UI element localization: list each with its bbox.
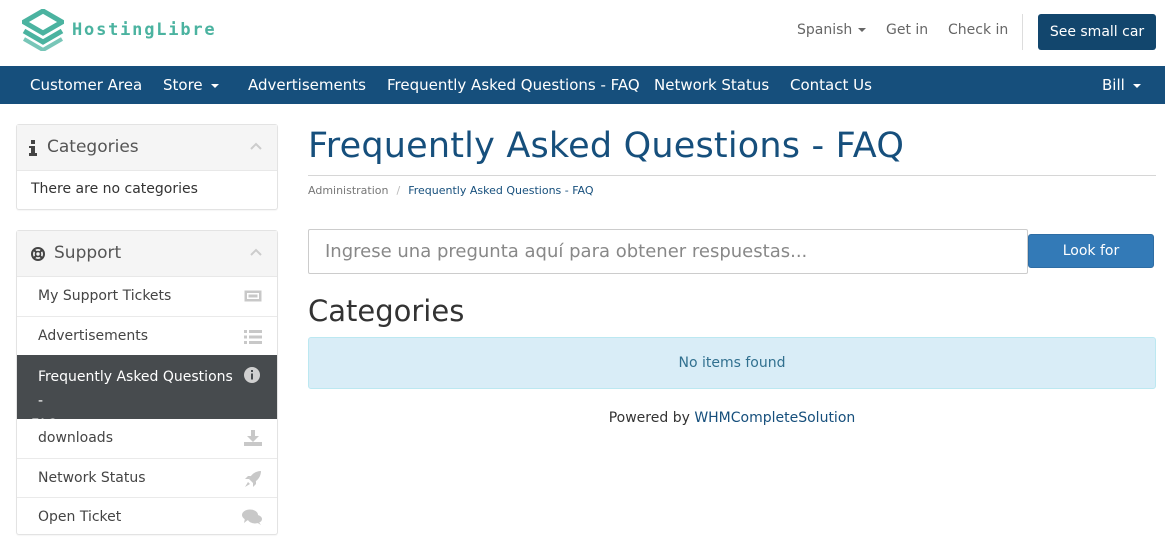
sidebar-item-label-line1: Frequently Asked Questions - [38,369,233,409]
site-header: HostingLibre Spanish Get in Check in See… [0,0,1165,66]
nav-store-label: Store [163,76,203,94]
support-panel: Support My Support Tickets Advertisement… [16,230,278,535]
sidebar-item-label: Advertisements [38,328,149,344]
categories-panel-header[interactable]: Categories [17,125,277,171]
sidebar-item-label: Network Status [38,470,146,486]
support-panel-title: Support [54,243,122,263]
sidebar-item-downloads[interactable]: downloads [17,419,277,458]
register-link[interactable]: Check in [948,22,1008,38]
breadcrumb: Administration / Frequently Asked Question… [308,184,594,197]
language-selector[interactable]: Spanish [797,22,867,38]
powered-by-text: Powered by [608,410,695,426]
nav-contact-us[interactable]: Contact Us [790,66,872,104]
sidebar-item-network-status[interactable]: Network Status [17,458,277,497]
categories-empty-text: There are no categories [31,181,198,197]
sidebar-item-open-ticket[interactable]: Open Ticket [17,497,277,536]
sidebar-item-label: downloads [38,430,113,446]
whmcs-link[interactable]: WHMCompleteSolution [694,410,855,426]
nav-customer-area[interactable]: Customer Area [30,66,142,104]
title-divider [308,175,1156,176]
faq-search-input[interactable] [308,229,1028,274]
sidebar-item-label: My Support Tickets [38,288,172,304]
nav-store[interactable]: Store [163,66,219,104]
chevron-up-icon[interactable] [249,141,263,151]
categories-section-title: Categories [308,294,465,328]
breadcrumb-current[interactable]: Frequently Asked Questions - FAQ [408,184,593,197]
brand-name: HostingLibre [72,20,217,40]
categories-panel-title: Categories [47,137,139,157]
main-navbar: Customer Area Store Advertisements Frequ… [0,66,1165,104]
sidebar-item-advertisements[interactable]: Advertisements [17,316,277,355]
view-cart-button[interactable]: See small car [1038,14,1156,50]
comments-icon [242,509,262,525]
categories-panel: Categories There are no categories [16,124,278,210]
support-menu: My Support Tickets Advertisements Freque… [17,277,277,536]
support-panel-header[interactable]: Support [17,231,277,277]
language-label: Spanish [797,22,853,38]
info-icon [29,140,37,156]
nav-network-status[interactable]: Network Status [654,66,769,104]
lifebuoy-icon [31,247,45,261]
page-title: Frequently Asked Questions - FAQ [308,126,905,166]
sidebar-item-support-tickets[interactable]: My Support Tickets [17,277,277,316]
sidebar-item-label: Open Ticket [38,509,122,525]
caret-down-icon [858,28,867,32]
download-icon [244,430,262,446]
info-circle-icon [244,367,260,383]
powered-by-footer: Powered by WHMCompleteSolution [308,410,1156,426]
login-link[interactable]: Get in [886,22,928,38]
nav-advertisements[interactable]: Advertisements [248,66,366,104]
user-name: Bill [1102,76,1125,94]
nav-faq[interactable]: Frequently Asked Questions - FAQ [387,66,640,104]
sidebar-item-faq[interactable]: Frequently Asked Questions - FAQ [17,355,277,433]
chevron-up-icon[interactable] [249,247,263,257]
nav-user-menu[interactable]: Bill [1102,66,1141,104]
breadcrumb-root[interactable]: Administration [308,184,389,197]
brand-logo[interactable]: HostingLibre [22,9,217,51]
search-button[interactable]: Look for [1028,234,1154,268]
header-divider [1022,14,1023,50]
ticket-icon [244,290,262,302]
list-icon [244,330,262,344]
rocket-icon [245,471,261,487]
breadcrumb-separator: / [396,184,401,197]
caret-down-icon [1132,83,1141,88]
logo-icon [22,9,64,51]
no-items-alert: No items found [308,337,1156,389]
caret-down-icon [210,83,219,88]
